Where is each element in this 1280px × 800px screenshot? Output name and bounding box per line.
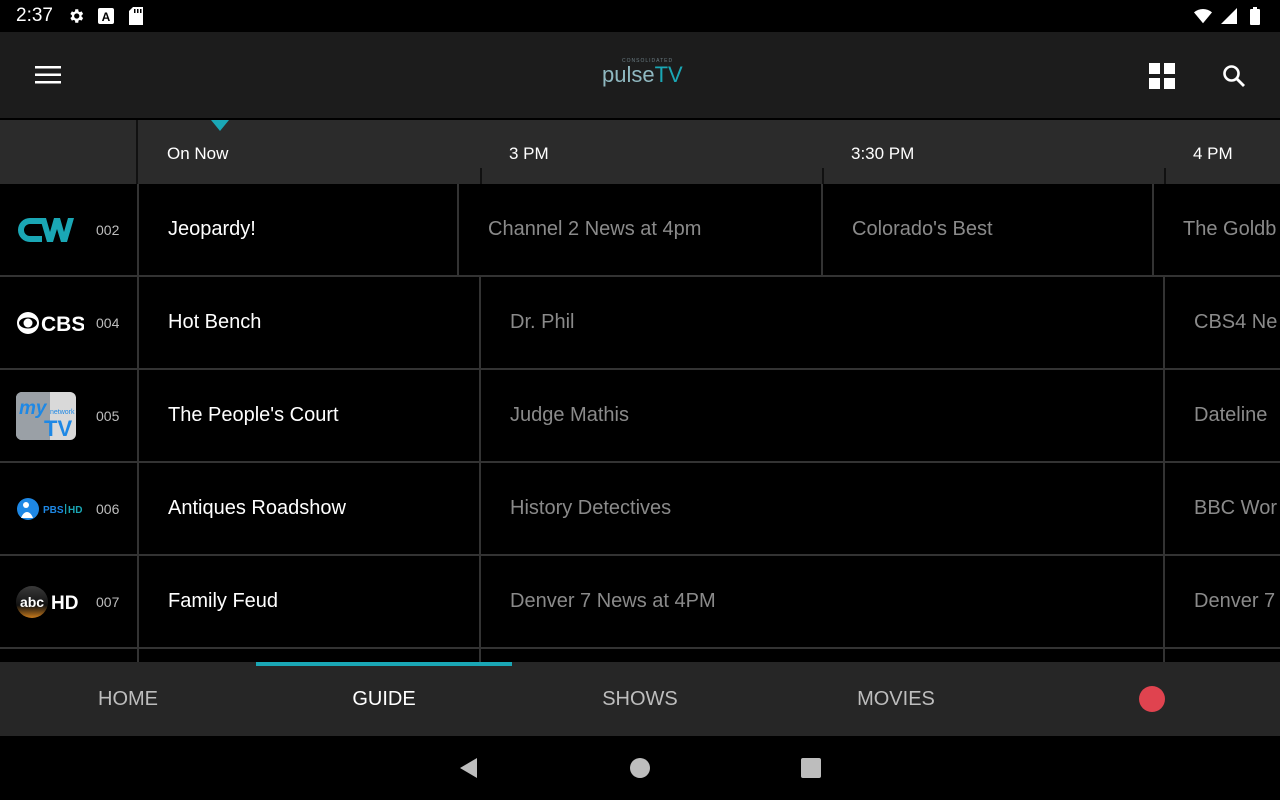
channel-row: my network TV 005 The People's Court Jud…: [0, 370, 1280, 461]
program-cell[interactable]: Jeopardy!: [139, 184, 457, 275]
time-label-on-now: On Now: [167, 144, 229, 163]
overview-button[interactable]: [797, 754, 825, 782]
logo-tv-text: TV: [654, 62, 683, 87]
program-cell[interactable]: BBC Wor: [1165, 463, 1280, 554]
guide-grid: THE 002 Jeopardy! Channel 2 News at 4pm …: [0, 184, 1280, 662]
status-icons-left: A: [67, 7, 145, 25]
program-cell[interactable]: Denver 7: [1165, 556, 1280, 647]
program-cell[interactable]: Colorado's Best: [823, 184, 1152, 275]
active-tab-indicator: [256, 662, 512, 666]
program-cell[interactable]: [1165, 649, 1280, 662]
program-cell[interactable]: Dateline: [1165, 370, 1280, 461]
menu-button[interactable]: [28, 60, 68, 90]
search-button[interactable]: [1218, 60, 1250, 92]
channel-number: 004: [96, 314, 120, 331]
timeline-corner: [0, 120, 138, 184]
back-button[interactable]: [454, 754, 482, 782]
abc-logo-icon: abc HD: [16, 578, 84, 626]
bottom-nav: HOME GUIDE SHOWS MOVIES: [0, 662, 1280, 736]
program-cell[interactable]: Dr. Phil: [481, 277, 1163, 368]
program-cell[interactable]: [139, 649, 479, 662]
status-bar: 2:37 A: [0, 0, 1280, 32]
program-cell[interactable]: Denver 7 News at 4PM: [481, 556, 1163, 647]
logo-pulse-text: pulse: [602, 62, 655, 87]
time-label-3pm: 3 PM: [509, 144, 549, 163]
timeline-header: On Now 3 PM 3:30 PM 4 PM: [0, 120, 1280, 184]
search-icon: [1223, 65, 1245, 87]
channel-cell[interactable]: my network TV 005: [0, 370, 137, 461]
channel-cell[interactable]: PBS HD 006: [0, 463, 137, 554]
program-cell[interactable]: Channel 2 News at 4pm: [459, 184, 821, 275]
record-icon: [1139, 686, 1165, 712]
svg-text:THE: THE: [28, 228, 39, 234]
grid-view-button[interactable]: [1146, 60, 1178, 92]
sd-card-icon: [127, 7, 145, 25]
program-cell[interactable]: The Goldb: [1154, 184, 1280, 275]
svg-text:HD: HD: [51, 593, 78, 614]
status-icons-right: [1194, 7, 1264, 25]
signal-icon: [1220, 7, 1238, 25]
tab-recordings[interactable]: [1024, 662, 1280, 736]
channel-row: PBS HD 006 Antiques Roadshow History Det…: [0, 463, 1280, 554]
channel-row: abc HD 007 Family Feud Denver 7 News at …: [0, 556, 1280, 647]
svg-text:A: A: [102, 10, 111, 24]
channel-cell[interactable]: THE 002: [0, 184, 137, 275]
status-time: 2:37: [16, 5, 53, 26]
program-cell[interactable]: Family Feud: [139, 556, 479, 647]
tab-movies[interactable]: MOVIES: [768, 662, 1024, 736]
channel-row: CBS 004 Hot Bench Dr. Phil CBS4 Ne: [0, 277, 1280, 368]
app-bar: CONSOLIDATED pulse TV: [0, 32, 1280, 118]
battery-icon: [1246, 7, 1264, 25]
tab-home[interactable]: HOME: [0, 662, 256, 736]
time-label-4pm: 4 PM: [1193, 144, 1233, 163]
tab-shows[interactable]: SHOWS: [512, 662, 768, 736]
pulsetv-logo: CONSOLIDATED pulse TV: [596, 58, 683, 92]
channel-row: THE 002 Jeopardy! Channel 2 News at 4pm …: [0, 184, 1280, 275]
program-cell[interactable]: The People's Court: [139, 370, 479, 461]
timeline-tick: [480, 168, 482, 184]
channel-cell[interactable]: abc HD 007: [0, 556, 137, 647]
wifi-icon: [1194, 7, 1212, 25]
cw-logo-icon: THE: [16, 206, 84, 254]
program-cell[interactable]: CBS4 Ne: [1165, 277, 1280, 368]
settings-icon: [67, 7, 85, 25]
grid-icon: [1149, 63, 1175, 89]
svg-text:TV: TV: [44, 416, 72, 440]
program-cell[interactable]: Judge Mathis: [481, 370, 1163, 461]
program-cell[interactable]: [481, 649, 1163, 662]
home-circle-icon: [630, 758, 650, 778]
home-button[interactable]: [626, 754, 654, 782]
channel-number: 005: [96, 407, 120, 424]
time-label-330pm: 3:30 PM: [851, 144, 915, 163]
timeline-tick: [822, 168, 824, 184]
program-cell[interactable]: Antiques Roadshow: [139, 463, 479, 554]
tab-guide[interactable]: GUIDE: [256, 662, 512, 736]
channel-number: 002: [96, 221, 120, 238]
now-marker-icon: [211, 120, 229, 131]
mytv-logo-icon: my network TV: [16, 391, 84, 440]
back-icon: [460, 758, 477, 778]
channel-number: 007: [96, 593, 120, 610]
overview-square-icon: [801, 758, 821, 778]
channel-number: 006: [96, 500, 120, 517]
pbs-logo-icon: PBS HD: [16, 485, 84, 533]
timeline-tick: [1164, 168, 1166, 184]
channel-cell[interactable]: CBS 004: [0, 277, 137, 368]
svg-text:HD: HD: [68, 505, 82, 516]
font-a-icon: A: [97, 7, 115, 25]
program-cell[interactable]: Hot Bench: [139, 277, 479, 368]
svg-text:CBS: CBS: [41, 313, 84, 336]
system-nav-bar: [0, 736, 1280, 800]
channel-cell[interactable]: [0, 649, 137, 662]
svg-text:PBS: PBS: [43, 505, 64, 516]
svg-text:network: network: [50, 409, 75, 416]
logo-small-text: CONSOLIDATED: [622, 58, 674, 64]
menu-icon: [35, 66, 61, 84]
tab-guide-label: GUIDE: [352, 687, 416, 710]
channel-row-partial: [0, 649, 1280, 662]
svg-text:abc: abc: [20, 594, 44, 610]
program-cell[interactable]: History Detectives: [481, 463, 1163, 554]
cbs-logo-icon: CBS: [16, 299, 84, 347]
